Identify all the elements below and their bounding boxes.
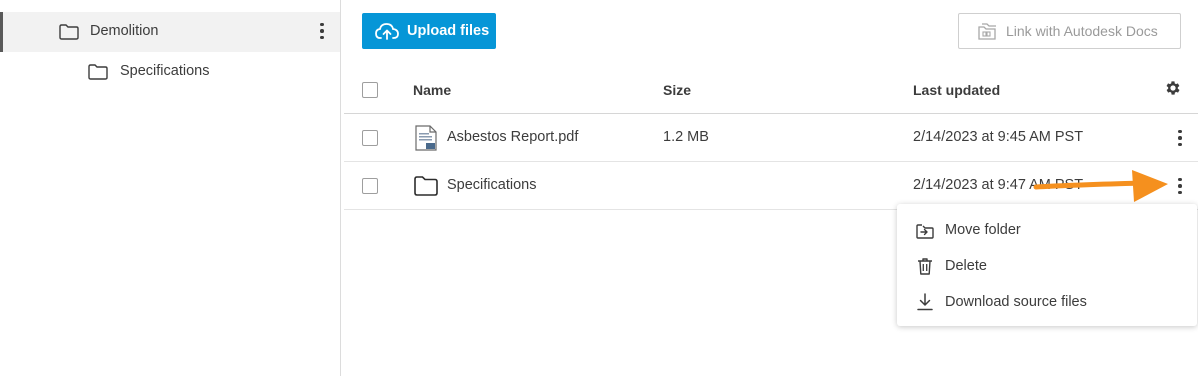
file-size: 1.2 MB: [663, 129, 709, 145]
folder-icon: [59, 24, 79, 40]
docs-link-icon: [978, 23, 996, 40]
upload-files-button[interactable]: Upload files: [362, 13, 496, 49]
download-icon: [917, 293, 933, 311]
link-autodesk-docs-label: Link with Autodesk Docs: [1006, 23, 1158, 39]
row-checkbox[interactable]: [362, 178, 378, 194]
more-options-icon[interactable]: [1172, 128, 1188, 148]
table-row[interactable]: Asbestos Report.pdf 1.2 MB 2/14/2023 at …: [344, 114, 1198, 162]
context-menu: Move folder Delete Download source files: [897, 204, 1197, 326]
more-options-icon[interactable]: [314, 21, 330, 41]
column-header-name[interactable]: Name: [413, 82, 451, 98]
file-name[interactable]: Asbestos Report.pdf: [447, 129, 578, 145]
link-autodesk-docs-button[interactable]: Link with Autodesk Docs: [958, 13, 1181, 49]
menu-item-move-folder[interactable]: Move folder: [897, 212, 1197, 248]
folder-icon: [88, 64, 108, 80]
select-all-checkbox[interactable]: [362, 82, 378, 98]
tree-item-specifications[interactable]: Specifications: [0, 52, 340, 92]
menu-item-label: Delete: [945, 258, 987, 274]
move-folder-icon: [916, 224, 934, 239]
folder-tree-sidebar: Demolition Specifications: [0, 0, 341, 376]
tree-item-demolition[interactable]: Demolition: [0, 12, 340, 52]
menu-item-download-source-files[interactable]: Download source files: [897, 284, 1197, 320]
more-options-icon[interactable]: [1172, 176, 1188, 196]
row-checkbox[interactable]: [362, 130, 378, 146]
menu-item-label: Download source files: [945, 294, 1087, 310]
last-updated: 2/14/2023 at 9:45 AM PST: [913, 129, 1084, 145]
pdf-file-icon: [415, 125, 437, 151]
gear-icon[interactable]: [1164, 79, 1182, 97]
menu-item-label: Move folder: [945, 222, 1021, 238]
table-row[interactable]: Specifications 2/14/2023 at 9:47 AM PST: [344, 162, 1198, 210]
upload-files-label: Upload files: [407, 23, 490, 39]
cloud-upload-icon: [375, 23, 399, 40]
column-header-size[interactable]: Size: [663, 82, 691, 98]
table-header: Name Size Last updated: [344, 66, 1198, 114]
file-name[interactable]: Specifications: [447, 177, 536, 193]
folder-icon: [414, 176, 438, 196]
last-updated: 2/14/2023 at 9:47 AM PST: [913, 177, 1084, 193]
tree-item-label: Specifications: [120, 63, 210, 79]
trash-icon: [918, 258, 932, 275]
column-header-last-updated[interactable]: Last updated: [913, 82, 1000, 98]
menu-item-delete[interactable]: Delete: [897, 248, 1197, 284]
tree-item-label: Demolition: [90, 23, 159, 39]
